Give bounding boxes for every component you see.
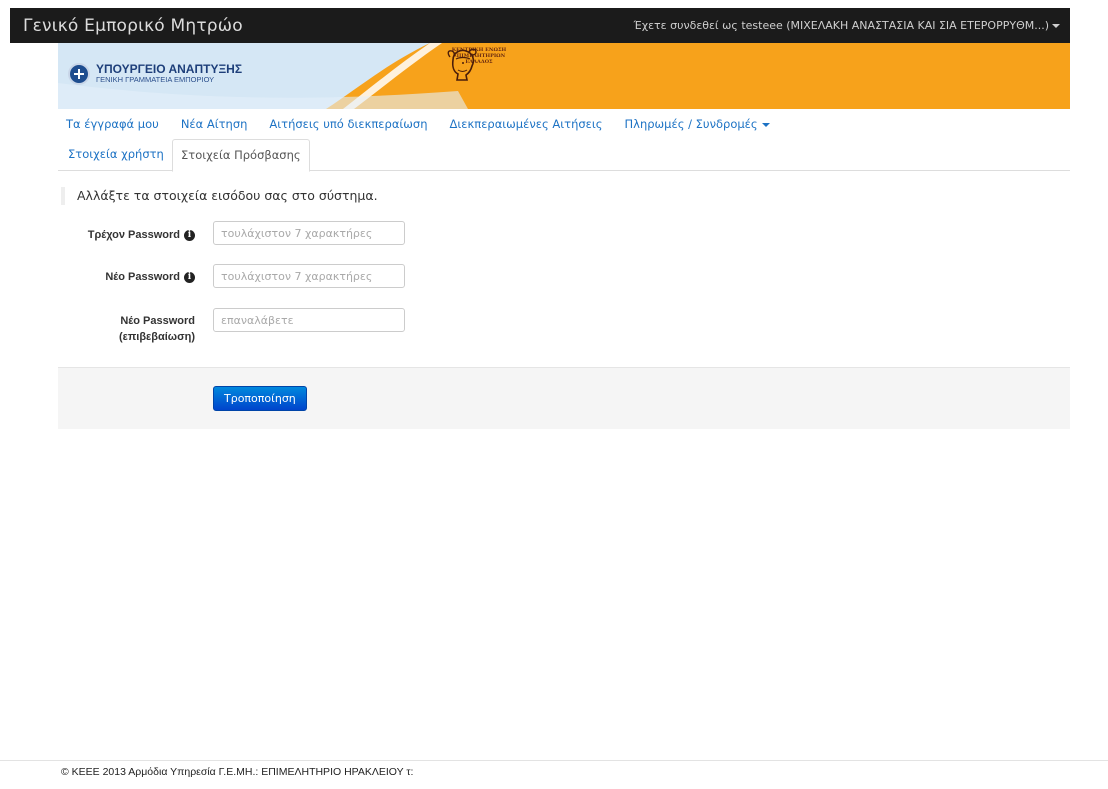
user-menu-label: Έχετε συνδεθεί ως testeee (ΜΙΧΕΛΑΚΗ ΑΝΑΣ… — [633, 19, 1049, 32]
caret-down-icon — [1052, 24, 1060, 28]
form-actions: Τροποποίηση — [58, 367, 1070, 429]
new-password-input[interactable] — [213, 264, 405, 288]
info-icon[interactable]: i — [184, 229, 195, 241]
app-brand[interactable]: Γενικό Εμπορικό Μητρώο — [23, 16, 243, 36]
tab-access-details[interactable]: Στοιχεία Πρόσβασης — [172, 139, 310, 172]
nav-new-application[interactable]: Νέα Αίτηση — [181, 117, 248, 131]
current-password-label: Τρέχον Password i — [57, 227, 195, 243]
info-icon[interactable]: i — [184, 271, 195, 283]
page-footer: © ΚΕΕΕ 2013 Αρμόδια Υπηρεσία Γ.Ε.ΜΗ.: ΕΠ… — [0, 760, 1108, 789]
ministry-logo: ΥΠΟΥΡΓΕΙΟ ΑΝΑΠΤΥΞΗΣ ΓΕΝΙΚΗ ΓΡΑΜΜΑΤΕΙΑ ΕΜ… — [68, 63, 242, 85]
greek-seal-icon — [68, 63, 90, 85]
confirm-password-label-line1: Νέο Password — [120, 315, 195, 327]
confirm-password-label-line2: (επιβεβαίωση) — [118, 331, 195, 343]
keee-logo: ΚΕΝΤΡΙΚΗ ΕΝΩΣΗ ΕΠΙΜΕΛΗΤΗΡΙΩΝ ΕΛΛΑΔΟΣ — [444, 47, 514, 81]
hermes-head-icon — [447, 48, 477, 81]
current-password-input[interactable] — [213, 221, 405, 245]
confirm-password-input[interactable] — [213, 308, 405, 332]
account-tabs: Στοιχεία χρήστη Στοιχεία Πρόσβασης — [58, 139, 1070, 172]
new-password-label: Νέο Password i — [57, 269, 195, 285]
top-navbar: Γενικό Εμπορικό Μητρώο Έχετε συνδεθεί ως… — [10, 8, 1070, 43]
footer-text: © ΚΕΕΕ 2013 Αρμόδια Υπηρεσία Γ.Ε.ΜΗ.: ΕΠ… — [61, 766, 414, 778]
tab-user-details[interactable]: Στοιχεία χρήστη — [62, 139, 170, 170]
nav-payments-dropdown[interactable]: Πληρωμές / Συνδρομές — [625, 117, 770, 131]
main-nav: Τα έγγραφά μου Νέα Αίτηση Αιτήσεις υπό δ… — [58, 109, 1070, 139]
user-menu-dropdown[interactable]: Έχετε συνδεθεί ως testeee (ΜΙΧΕΛΑΚΗ ΑΝΑΣ… — [634, 19, 1060, 32]
submit-button[interactable]: Τροποποίηση — [213, 386, 307, 411]
ministry-subtitle: ΓΕΝΙΚΗ ΓΡΑΜΜΑΤΕΙΑ ΕΜΠΟΡΙΟΥ — [96, 75, 215, 85]
header-banner: ΥΠΟΥΡΓΕΙΟ ΑΝΑΠΤΥΞΗΣ ΓΕΝΙΚΗ ΓΡΑΜΜΑΤΕΙΑ ΕΜ… — [58, 43, 1070, 109]
confirm-password-label: Νέο Password (επιβεβαίωση) — [57, 313, 195, 345]
new-password-label-text: Νέο Password — [105, 271, 180, 284]
caret-down-icon — [761, 122, 770, 127]
current-password-label-text: Τρέχον Password — [87, 229, 180, 242]
nav-pending-applications[interactable]: Αιτήσεις υπό διεκπεραίωση — [269, 117, 427, 131]
nav-payments-label: Πληρωμές / Συνδρομές — [624, 117, 758, 131]
form-intro-text: Αλλάξτε τα στοιχεία εισόδου σας στο σύστ… — [61, 187, 378, 205]
nav-completed-applications[interactable]: Διεκπεραιωμένες Αιτήσεις — [450, 117, 603, 131]
nav-my-documents[interactable]: Τα έγγραφά μου — [66, 117, 159, 131]
